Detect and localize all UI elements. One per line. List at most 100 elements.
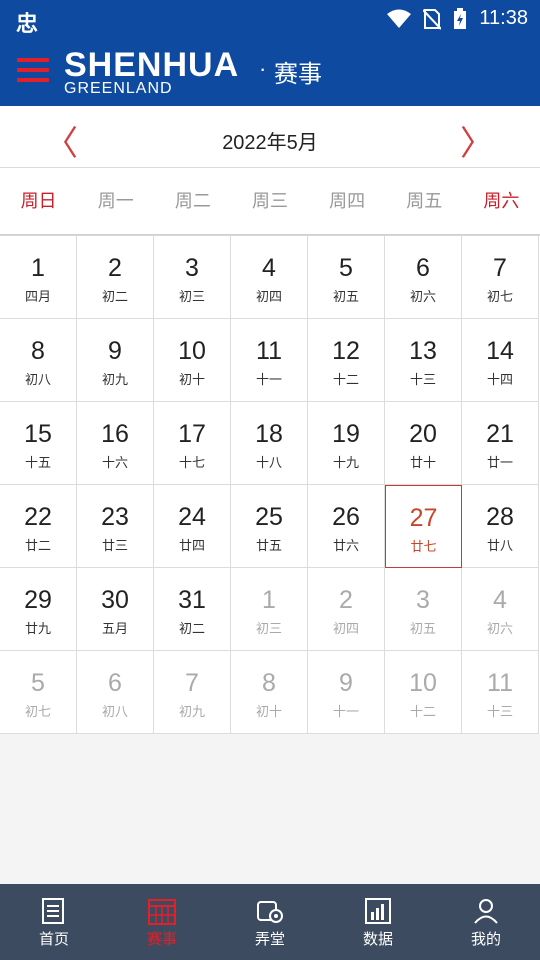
calendar-day[interactable]: 2 初二: [77, 236, 154, 319]
lunar-date: 十三: [486, 704, 513, 719]
day-number: 7: [185, 669, 199, 697]
tab-data[interactable]: 数据: [324, 884, 432, 960]
battery-charging-icon: [454, 7, 467, 29]
lunar-date: 十一: [332, 704, 359, 719]
lunar-date: 廿二: [24, 538, 51, 553]
tab-home[interactable]: 首页: [0, 884, 108, 960]
calendar-day[interactable]: 3 初五: [385, 568, 462, 651]
calendar-day[interactable]: 30 五月: [77, 568, 154, 651]
clock: 11:38: [479, 7, 528, 29]
calendar-day[interactable]: 6 初六: [385, 236, 462, 319]
lunar-date: 十一: [255, 372, 282, 387]
lunar-date: 初八: [101, 704, 128, 719]
calendar-day[interactable]: 22 廿二: [0, 485, 77, 568]
weekday-wed: 周三: [251, 191, 288, 211]
calendar-day-today[interactable]: 27 廿七: [385, 485, 462, 568]
calendar-day[interactable]: 23 廿三: [77, 485, 154, 568]
calendar-grid: 1 四月 2 初二 3 初三 4 初四 5 初五 6 初六 7 初七 8 初八 9 初九 10 初十 11 十一 12 十二 1…: [0, 235, 540, 734]
status-right: 11:38: [387, 7, 528, 30]
calendar-day[interactable]: 1 四月: [0, 236, 77, 319]
calendar-day[interactable]: 19 十九: [308, 402, 385, 485]
calendar-day[interactable]: 17 十七: [154, 402, 231, 485]
lunar-date: 十四: [486, 372, 513, 387]
calendar-day[interactable]: 20 廿十: [385, 402, 462, 485]
day-number: 27: [409, 504, 438, 532]
weekday-mon: 周一: [97, 191, 134, 211]
calendar-day[interactable]: 28 廿八: [462, 485, 539, 568]
day-number: 6: [108, 669, 122, 697]
tab-matches-label: 赛事: [146, 931, 177, 948]
calendar-day[interactable]: 25 廿五: [231, 485, 308, 568]
tab-community-label: 弄堂: [254, 931, 285, 948]
calendar-day[interactable]: 5 初七: [0, 651, 77, 734]
day-number: 30: [101, 586, 129, 614]
calendar-day[interactable]: 10 初十: [154, 319, 231, 402]
lunar-date: 十五: [24, 455, 51, 470]
weekday-tue: 周二: [174, 191, 211, 211]
lunar-date: 廿三: [101, 538, 128, 553]
weekday-fri: 周五: [406, 191, 443, 211]
day-number: 8: [31, 337, 45, 365]
day-number: 16: [101, 420, 129, 448]
calendar-day[interactable]: 7 初七: [462, 236, 539, 319]
calendar-day[interactable]: 12 十二: [308, 319, 385, 402]
day-number: 20: [409, 420, 437, 448]
day-number: 23: [101, 503, 129, 531]
calendar-day[interactable]: 21 廿一: [462, 402, 539, 485]
calendar-day[interactable]: 2 初四: [308, 568, 385, 651]
calendar-day[interactable]: 16 十六: [77, 402, 154, 485]
calendar-day[interactable]: 29 廿九: [0, 568, 77, 651]
calendar-day[interactable]: 15 十五: [0, 402, 77, 485]
tab-matches[interactable]: 赛事: [108, 884, 216, 960]
lunar-date: 初八: [24, 372, 51, 387]
day-number: 28: [486, 503, 514, 531]
calendar-day[interactable]: 3 初三: [154, 236, 231, 319]
calendar-day[interactable]: 18 十八: [231, 402, 308, 485]
lunar-date: 初七: [486, 289, 513, 304]
day-number: 19: [332, 420, 360, 448]
header-title: 赛事: [274, 61, 322, 88]
lunar-date: 十七: [178, 455, 205, 470]
calendar-day[interactable]: 10 十二: [385, 651, 462, 734]
lunar-date: 初六: [409, 289, 436, 304]
calendar-day[interactable]: 9 十一: [308, 651, 385, 734]
calendar-day[interactable]: 31 初二: [154, 568, 231, 651]
day-number: 9: [108, 337, 122, 365]
calendar-day[interactable]: 5 初五: [308, 236, 385, 319]
calendar-day[interactable]: 8 初八: [0, 319, 77, 402]
chat-gear-icon: [257, 901, 283, 923]
menu-icon[interactable]: [17, 58, 49, 84]
calendar-day[interactable]: 4 初四: [231, 236, 308, 319]
weekday-header: 周日 周一 周二 周三 周四 周五 周六: [0, 168, 540, 235]
calendar-day[interactable]: 4 初六: [462, 568, 539, 651]
calendar-day[interactable]: 24 廿四: [154, 485, 231, 568]
bar-chart-icon: [365, 898, 391, 924]
calendar-day[interactable]: 26 廿六: [308, 485, 385, 568]
calendar-day[interactable]: 8 初十: [231, 651, 308, 734]
calendar-day[interactable]: 11 十三: [462, 651, 539, 734]
day-number: 18: [255, 420, 283, 448]
weekday-sun: 周日: [20, 191, 57, 211]
next-month-button[interactable]: 〉: [460, 116, 494, 165]
tab-community[interactable]: 弄堂: [216, 884, 324, 960]
day-number: 24: [178, 503, 206, 531]
day-number: 26: [332, 503, 360, 531]
day-number: 22: [24, 503, 52, 531]
lunar-date: 初三: [178, 289, 205, 304]
day-number: 8: [262, 669, 276, 697]
calendar-day[interactable]: 13 十三: [385, 319, 462, 402]
calendar-day[interactable]: 6 初八: [77, 651, 154, 734]
calendar-day[interactable]: 11 十一: [231, 319, 308, 402]
day-number: 2: [339, 586, 353, 614]
wifi-icon: [387, 9, 412, 28]
tab-profile[interactable]: 我的: [432, 884, 540, 960]
calendar-day[interactable]: 14 十四: [462, 319, 539, 402]
day-number: 12: [332, 337, 360, 365]
lunar-date: 十三: [409, 372, 436, 387]
lunar-date: 廿九: [24, 621, 51, 636]
calendar-day[interactable]: 7 初九: [154, 651, 231, 734]
calendar-day[interactable]: 9 初九: [77, 319, 154, 402]
calendar-day[interactable]: 1 初三: [231, 568, 308, 651]
lunar-date: 十六: [101, 455, 128, 470]
day-number: 6: [416, 254, 430, 282]
